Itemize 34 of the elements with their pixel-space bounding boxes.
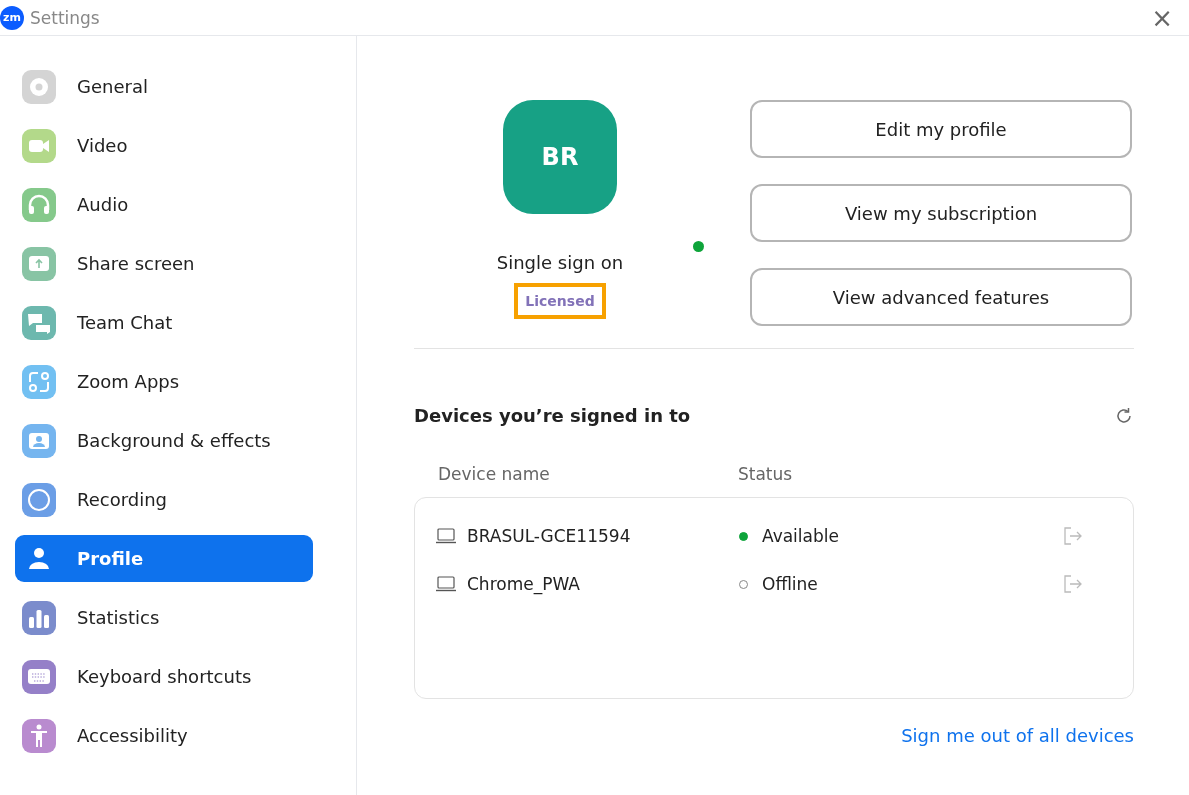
section-title: Devices you’re signed in to: [414, 405, 691, 426]
window-title: Settings: [30, 7, 100, 28]
avatar: BR: [503, 100, 617, 214]
sign-out-icon[interactable]: [1063, 527, 1083, 545]
sidebar-item[interactable]: Profile: [15, 535, 313, 582]
profile-button[interactable]: View my subscription: [750, 184, 1132, 242]
refresh-icon[interactable]: [1114, 405, 1134, 426]
device-name: BRASUL-GCE11594: [467, 526, 631, 546]
sidebar-item[interactable]: Recording: [15, 476, 313, 523]
sidebar-item[interactable]: Share screen: [15, 240, 313, 287]
device-status: Offline: [762, 574, 818, 594]
profile-button[interactable]: View advanced features: [750, 268, 1132, 326]
account-type: Single sign on: [496, 252, 624, 273]
license-badge: Licensed: [514, 283, 606, 319]
sidebar-item[interactable]: Background & effects: [15, 417, 313, 464]
column-header: Device name: [438, 464, 551, 484]
sidebar-item[interactable]: Team Chat: [15, 299, 313, 346]
sidebar-item[interactable]: General: [15, 63, 313, 110]
sign-out-all-link[interactable]: Sign me out of all devices: [901, 725, 1134, 746]
sidebar-item[interactable]: Statistics: [15, 594, 313, 641]
sign-out-icon[interactable]: [1063, 575, 1083, 593]
sidebar-item[interactable]: Audio: [15, 181, 313, 228]
laptop-icon: [435, 576, 457, 592]
profile-button[interactable]: Edit my profile: [750, 100, 1132, 158]
app-logo: zm: [0, 5, 24, 30]
device-status: Available: [762, 526, 839, 546]
close-button[interactable]: ×: [1147, 2, 1177, 33]
sidebar-item[interactable]: Keyboard shortcuts: [15, 653, 313, 700]
column-header: Status: [738, 464, 793, 484]
device-name: Chrome_PWA: [467, 574, 580, 594]
laptop-icon: [435, 528, 457, 544]
sidebar-item[interactable]: Zoom Apps: [15, 358, 313, 405]
sidebar-item[interactable]: Video: [15, 122, 313, 169]
sidebar-item[interactable]: Accessibility: [15, 712, 313, 759]
